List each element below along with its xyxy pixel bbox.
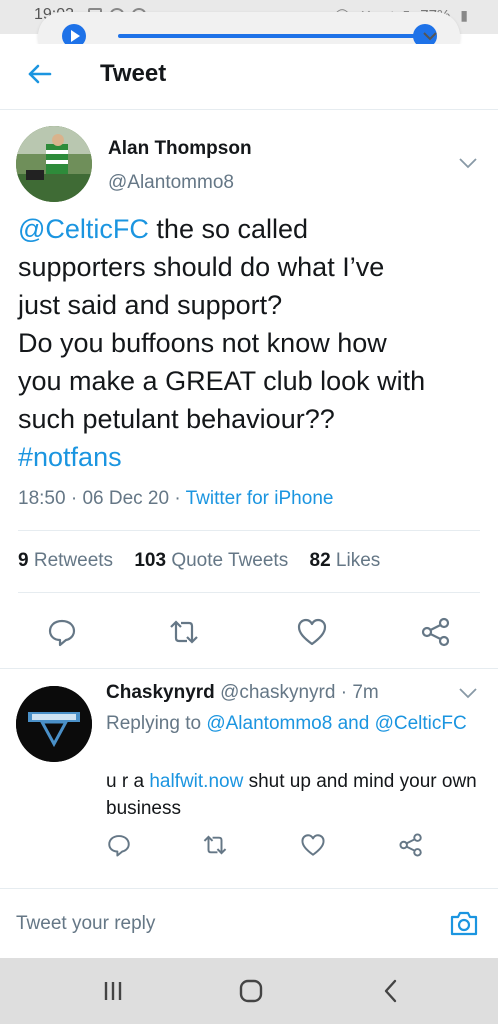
replying-prefix: Replying to [106,713,202,734]
divider [18,530,480,531]
hashtag-link[interactable]: #notfans [18,438,488,476]
replying-to: Replying to @Alantommo8 and @CelticFC [106,710,486,738]
author-handle[interactable]: @Alantommo8 [108,172,234,194]
reply-author-handle[interactable]: @chaskynyrd [220,682,335,703]
retweets-label: Retweets [33,550,114,571]
retweets-count: 9 [18,550,29,571]
reply-action-bar [0,832,498,862]
quote-tweets-stat[interactable]: 103 Quote Tweets [134,550,288,571]
retweet-icon[interactable] [168,616,200,648]
mention-link[interactable]: @CelticFC [18,214,149,244]
recents-icon[interactable] [98,976,128,1006]
media-seek-bar[interactable] [118,34,424,38]
tweet-source-link[interactable]: Twitter for iPhone [186,488,334,509]
author-name[interactable]: Alan Thompson [108,138,252,160]
author-avatar[interactable] [16,126,92,202]
reply-url-link[interactable]: halfwit.now [149,771,243,792]
like-icon[interactable] [296,616,328,648]
reply-text: u r a halfwit.now shut up and mind your … [106,768,486,822]
reply-input[interactable] [16,909,396,939]
divider [18,592,480,593]
battery-icon: ▮ [460,7,468,23]
tweet-text: @CelticFC the so called supporters shoul… [18,210,488,476]
reply-author-name[interactable]: Chaskynyrd [106,682,215,703]
chevron-down-icon[interactable] [458,686,478,700]
tweet-text-line: you make a GREAT club look with [18,366,426,396]
reply-separator: · [340,682,348,703]
likes-label: Likes [335,550,381,571]
tweet-text-line: @CelticFC the so called [18,210,488,248]
reply-icon[interactable] [46,616,78,648]
reply-avatar-image [16,686,92,762]
reply-header: Chaskynyrd @chaskynyrd · 7m [106,682,379,704]
author-avatar-image [16,126,92,202]
back-nav-icon[interactable] [376,976,406,1006]
retweet-icon[interactable] [202,832,228,858]
home-icon[interactable] [236,976,266,1006]
page-title: Tweet [100,60,167,87]
reply-age: 7m [352,682,379,703]
camera-icon[interactable] [448,907,480,939]
reply-author-avatar[interactable] [16,686,92,762]
tweet-time: 18:50 [18,488,66,509]
tweet-text-line: supporters should do what I’ve [18,252,385,282]
share-icon[interactable] [420,616,452,648]
reply-composer [0,888,498,958]
back-arrow-icon[interactable] [24,58,56,90]
replying-user-link[interactable]: @Alantommo8 [206,713,332,734]
top-app-bar: Tweet [0,44,498,110]
tweet-text-line: such petulant behaviour?? [18,404,335,434]
quote-tweets-label: Quote Tweets [171,550,289,571]
system-navigation-bar [0,958,498,1024]
replying-user-link[interactable]: @CelticFC [375,713,467,734]
chevron-down-icon[interactable] [458,156,478,170]
reply-text-fragment: u r a [106,771,150,792]
divider [0,668,498,669]
share-icon[interactable] [398,832,424,858]
tweet-stats: 9 Retweets 103 Quote Tweets 82 Likes [18,550,396,572]
replying-and[interactable]: and [338,713,370,734]
quote-tweets-count: 103 [134,550,167,571]
tweet-action-bar [0,616,498,652]
chevron-down-icon[interactable] [422,28,438,44]
tweet-timestamp: 18:50 · 06 Dec 20 · Twitter for iPhone [18,488,334,509]
retweets-stat[interactable]: 9 Retweets [18,550,113,571]
tweet-text-line: Do you buffoons not know how [18,328,387,358]
likes-stat[interactable]: 82 Likes [310,550,381,571]
tweet-text-line: just said and support? [18,290,283,320]
tweet-date: 06 Dec 20 [82,488,170,509]
likes-count: 82 [309,550,331,571]
tweet-text-fragment: the so called [148,214,309,244]
reply-icon[interactable] [106,832,132,858]
like-icon[interactable] [300,832,326,858]
